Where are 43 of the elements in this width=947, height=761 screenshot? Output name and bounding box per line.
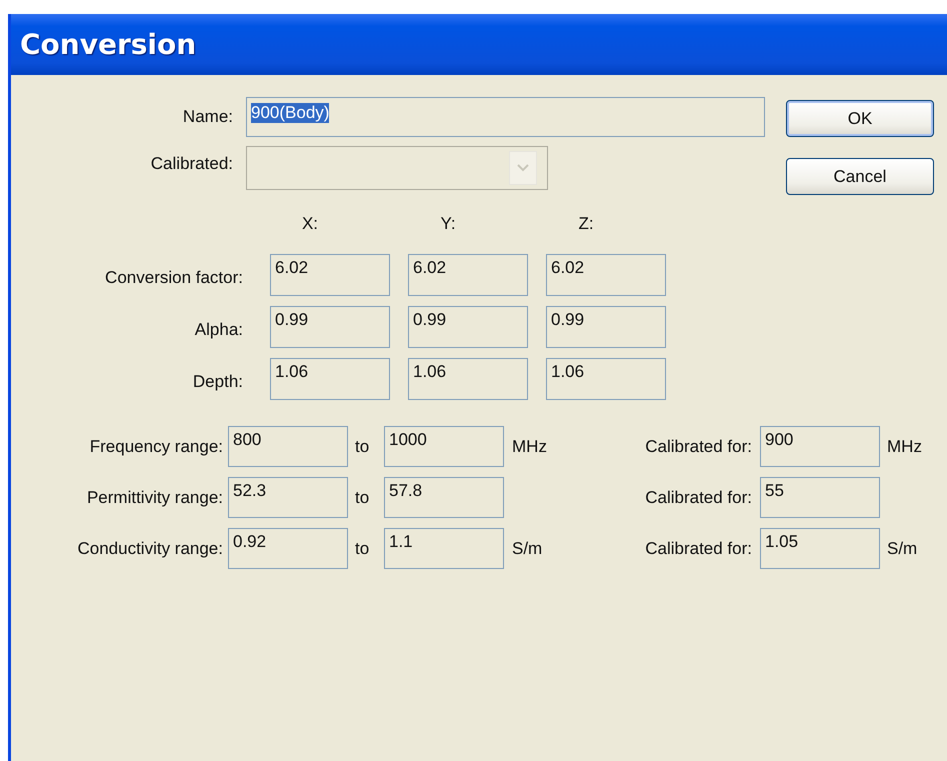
value-field[interactable]: 52.3 bbox=[228, 477, 348, 518]
window-title: Conversion bbox=[20, 28, 196, 61]
to-label: to bbox=[354, 538, 370, 558]
axis-label: Y: bbox=[439, 214, 457, 234]
field-label: Frequency range: bbox=[88, 436, 224, 456]
field-label: Conductivity range: bbox=[76, 538, 224, 558]
field-label: Calibrated for: bbox=[644, 488, 753, 508]
value-field[interactable]: 0.99 bbox=[408, 306, 528, 348]
unit-label: MHz bbox=[887, 436, 922, 456]
dialog-button[interactable]: Cancel bbox=[786, 158, 934, 195]
value-field[interactable]: 1.06 bbox=[408, 358, 528, 400]
value-field[interactable]: 6.02 bbox=[546, 254, 666, 296]
name-field[interactable]: 900(Body) bbox=[246, 97, 765, 137]
value-field[interactable]: 1000 bbox=[384, 426, 504, 467]
value-field[interactable]: 57.8 bbox=[384, 477, 504, 518]
dialog-button[interactable]: OK bbox=[786, 100, 934, 137]
field-label: Depth: bbox=[192, 371, 244, 392]
field-label: Calibrated: bbox=[150, 153, 234, 174]
field-label: Alpha: bbox=[194, 319, 244, 340]
to-label: to bbox=[354, 436, 370, 456]
field-label: Permittivity range: bbox=[86, 488, 224, 508]
value-field[interactable]: 55 bbox=[760, 477, 880, 518]
unit-label: S/m bbox=[887, 538, 918, 558]
value-field[interactable]: 1.06 bbox=[270, 358, 390, 400]
value-field[interactable]: 0.92 bbox=[228, 528, 348, 569]
value-field[interactable]: 0.99 bbox=[546, 306, 666, 348]
value-field[interactable]: 1.1 bbox=[384, 528, 504, 569]
axis-label: X: bbox=[300, 214, 320, 234]
value-field[interactable]: 1.06 bbox=[546, 358, 666, 400]
field-label: Calibrated for: bbox=[644, 436, 753, 456]
value-field[interactable]: 1.05 bbox=[760, 528, 880, 569]
value-field[interactable]: 6.02 bbox=[408, 254, 528, 296]
field-label: Name: bbox=[182, 107, 234, 127]
to-label: to bbox=[354, 488, 370, 508]
value-field[interactable]: 0.99 bbox=[270, 306, 390, 348]
value-field[interactable]: 800 bbox=[228, 426, 348, 467]
field-label: Calibrated for: bbox=[644, 538, 753, 558]
unit-label: MHz bbox=[512, 436, 547, 456]
value-field[interactable]: 900 bbox=[760, 426, 880, 467]
axis-label: Z: bbox=[577, 214, 595, 234]
field-label: Conversion factor: bbox=[104, 267, 244, 288]
value-field[interactable]: 6.02 bbox=[270, 254, 390, 296]
unit-label: S/m bbox=[512, 538, 542, 558]
